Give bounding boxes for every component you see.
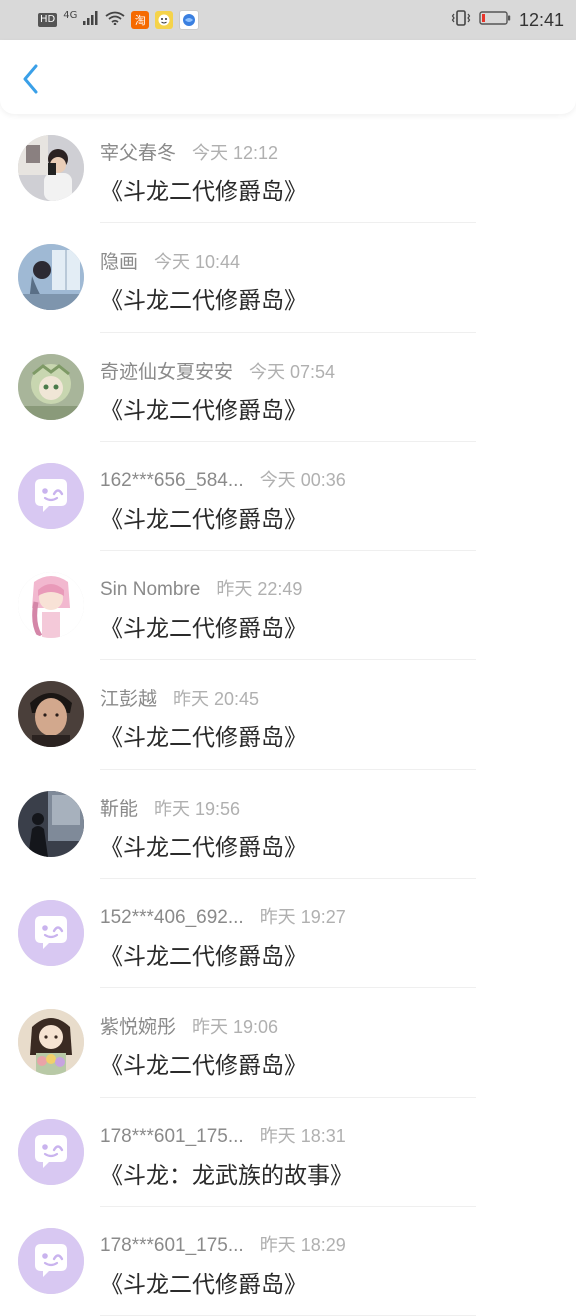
list-item[interactable]: 152***406_692... 昨天 19:27 《斗龙二代修爵岛》 <box>0 879 576 989</box>
user-name: 178***601_175... <box>100 1125 244 1147</box>
battery-icon <box>479 10 511 31</box>
status-bar: HD 4G 淘 12:41 <box>0 0 576 40</box>
avatar[interactable] <box>18 244 84 311</box>
user-name: Sin Nombre <box>100 579 201 601</box>
item-meta: 紫悦婉彤 昨天 19:06 <box>100 1012 278 1039</box>
item-meta: 162***656_584... 今天 00:36 <box>100 466 346 492</box>
clock: 12:41 <box>518 9 564 30</box>
item-meta: Sin Nombre 昨天 22:49 <box>100 575 302 601</box>
book-title[interactable]: 《斗龙二代修爵岛》 <box>100 1046 307 1080</box>
list-item[interactable]: 奇迹仙女夏安安 今天 07:54 《斗龙二代修爵岛》 <box>0 333 576 442</box>
list-item[interactable]: 隐画 今天 10:44 《斗龙二代修爵岛》 <box>0 223 576 333</box>
book-title[interactable]: 《斗龙二代修爵岛》 <box>100 828 307 862</box>
vibrate-icon <box>451 9 471 31</box>
status-icons-right: 12:41 <box>451 10 564 31</box>
item-meta: 隐画 今天 10:44 <box>100 247 240 274</box>
book-title[interactable]: 《斗龙：龙武族的故事》 <box>100 1156 353 1190</box>
timestamp: 昨天 18:31 <box>259 1125 346 1146</box>
avatar[interactable] <box>18 135 84 201</box>
list-item[interactable]: 178***601_175... 昨天 18:31 《斗龙：龙武族的故事》 <box>0 1098 576 1207</box>
item-meta: 奇迹仙女夏安安 今天 07:54 <box>100 357 335 384</box>
timestamp: 今天 07:54 <box>249 361 336 382</box>
timestamp: 昨天 19:27 <box>259 907 346 928</box>
timestamp: 昨天 20:45 <box>173 689 260 710</box>
signal-icon <box>83 10 99 30</box>
book-title[interactable]: 《斗龙二代修爵岛》 <box>100 1265 307 1299</box>
timestamp: 昨天 19:06 <box>192 1017 279 1038</box>
timestamp: 今天 12:12 <box>192 143 279 163</box>
browser-app-icon <box>179 10 200 30</box>
timestamp: 今天 00:36 <box>259 469 346 490</box>
avatar[interactable] <box>18 1118 84 1185</box>
book-title[interactable]: 《斗龙二代修爵岛》 <box>100 391 307 425</box>
list-item[interactable]: 靳能 昨天 19:56 《斗龙二代修爵岛》 <box>0 770 576 880</box>
list-item[interactable]: 紫悦婉彤 昨天 19:06 《斗龙二代修爵岛》 <box>0 988 576 1098</box>
book-title[interactable]: 《斗龙二代修爵岛》 <box>100 609 307 643</box>
back-button[interactable] <box>14 62 48 96</box>
item-meta: 178***601_175... 昨天 18:29 <box>100 1231 346 1257</box>
list-item[interactable]: 宰父春冬 今天 12:12 《斗龙二代修爵岛》 <box>0 114 576 224</box>
avatar[interactable] <box>18 900 84 967</box>
hd-badge: HD <box>38 13 58 27</box>
item-meta: 宰父春冬 今天 12:12 <box>100 138 278 165</box>
avatar[interactable] <box>18 572 84 639</box>
list-item[interactable]: 江彭越 昨天 20:45 《斗龙二代修爵岛》 <box>0 660 576 770</box>
status-icons-left: HD 4G 淘 <box>38 9 200 30</box>
list-item[interactable]: 178***601_175... 昨天 18:29 《斗龙二代修爵岛》 <box>0 1207 576 1316</box>
book-title[interactable]: 《斗龙二代修爵岛》 <box>100 281 307 315</box>
timestamp: 昨天 22:49 <box>216 579 303 600</box>
wifi-icon <box>105 10 125 30</box>
list-item[interactable]: 162***656_584... 今天 00:36 《斗龙二代修爵岛》 <box>0 442 576 552</box>
avatar[interactable] <box>18 353 84 420</box>
chat-app-icon <box>155 11 174 29</box>
item-meta: 江彭越 昨天 20:45 <box>100 684 259 711</box>
user-name: 隐画 <box>100 252 139 274</box>
user-name: 奇迹仙女夏安安 <box>100 361 234 383</box>
item-meta: 靳能 昨天 19:56 <box>100 794 240 821</box>
avatar[interactable] <box>18 1009 84 1076</box>
user-name: 靳能 <box>100 798 139 820</box>
list-item[interactable]: Sin Nombre 昨天 22:49 《斗龙二代修爵岛》 <box>0 551 576 661</box>
reader-list: 宰父春冬 今天 12:12 《斗龙二代修爵岛》 隐画 今天 10:44 《斗龙二代修爵岛》… <box>0 114 576 1316</box>
network-type: 4G <box>63 9 78 21</box>
user-name: 152***406_692... <box>100 907 244 929</box>
chevron-left-icon <box>23 64 38 94</box>
avatar[interactable] <box>18 462 84 529</box>
user-name: 162***656_584... <box>100 469 244 491</box>
timestamp: 今天 10:44 <box>154 252 241 273</box>
avatar[interactable] <box>18 681 84 748</box>
user-name: 江彭越 <box>100 689 158 711</box>
taobao-app-icon: 淘 <box>131 11 150 29</box>
user-name: 紫悦婉彤 <box>100 1017 177 1039</box>
item-meta: 152***406_692... 昨天 19:27 <box>100 903 346 929</box>
book-title[interactable]: 《斗龙二代修爵岛》 <box>100 937 307 971</box>
book-title[interactable]: 《斗龙二代修爵岛》 <box>100 718 307 752</box>
user-name: 178***601_175... <box>100 1234 244 1256</box>
user-name: 宰父春冬 <box>100 143 177 164</box>
timestamp: 昨天 18:29 <box>259 1234 346 1255</box>
avatar[interactable] <box>18 1227 84 1294</box>
book-title[interactable]: 《斗龙二代修爵岛》 <box>100 500 307 534</box>
book-title[interactable]: 《斗龙二代修爵岛》 <box>100 172 307 206</box>
avatar[interactable] <box>18 790 84 857</box>
timestamp: 昨天 19:56 <box>154 798 241 819</box>
app-header <box>0 40 576 114</box>
item-meta: 178***601_175... 昨天 18:31 <box>100 1122 346 1148</box>
